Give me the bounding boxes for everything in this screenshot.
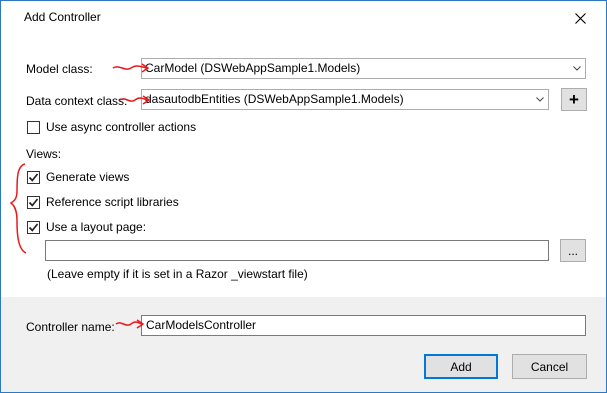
add-data-context-button[interactable]: + <box>561 88 587 111</box>
model-class-label: Model class: <box>26 62 93 76</box>
close-icon <box>574 12 586 24</box>
controller-name-input[interactable]: CarModelsController <box>141 315 586 336</box>
title-bar: Add Controller <box>1 1 606 32</box>
model-class-value: CarModel (DSWebAppSample1.Models) <box>145 61 361 75</box>
async-checkbox[interactable] <box>27 120 40 134</box>
reference-scripts-label: Reference script libraries <box>46 195 179 209</box>
reference-scripts-option[interactable]: Reference script libraries <box>27 194 179 210</box>
layout-page-checkbox[interactable] <box>27 220 40 234</box>
chevron-down-icon <box>536 90 544 109</box>
check-icon <box>28 172 39 182</box>
check-icon <box>28 222 39 232</box>
generate-views-checkbox[interactable] <box>27 170 40 184</box>
window-title: Add Controller <box>24 10 101 24</box>
layout-page-label: Use a layout page: <box>46 220 147 234</box>
layout-page-input[interactable] <box>45 240 549 261</box>
generate-views-label: Generate views <box>46 170 130 184</box>
views-label: Views: <box>26 147 62 161</box>
layout-hint: (Leave empty if it is set in a Razor _vi… <box>47 267 308 281</box>
close-button[interactable] <box>566 7 594 29</box>
data-context-label: Data context class: <box>26 94 128 108</box>
generate-views-option[interactable]: Generate views <box>27 169 129 185</box>
add-button[interactable]: Add <box>424 354 498 379</box>
controller-name-label: Controller name: <box>26 320 115 334</box>
chevron-down-icon <box>573 59 581 78</box>
async-label: Use async controller actions <box>46 120 197 134</box>
add-controller-dialog: Add Controller Model class: CarModel (DS… <box>0 0 607 393</box>
data-context-combo[interactable]: dasautodbEntities (DSWebAppSample1.Model… <box>141 89 549 110</box>
reference-scripts-checkbox[interactable] <box>27 195 40 209</box>
layout-page-option[interactable]: Use a layout page: <box>27 219 146 235</box>
data-context-value: dasautodbEntities (DSWebAppSample1.Model… <box>145 92 404 106</box>
check-icon <box>28 197 39 207</box>
async-option[interactable]: Use async controller actions <box>27 119 196 135</box>
model-class-combo[interactable]: CarModel (DSWebAppSample1.Models) <box>141 58 586 79</box>
browse-layout-button[interactable]: ... <box>560 239 586 262</box>
cancel-button[interactable]: Cancel <box>512 354 587 379</box>
